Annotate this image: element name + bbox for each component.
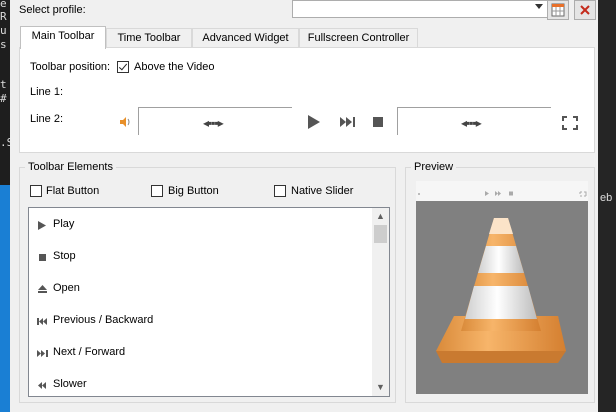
toolbar-elements-list[interactable]: Play Stop Open Previous / Backward Next …	[28, 207, 390, 397]
next-icon	[36, 347, 48, 359]
big-button-label: Big Button	[168, 185, 219, 197]
bg-char: e	[0, 0, 7, 10]
list-item-label: Play	[53, 218, 75, 230]
volume-icon	[120, 117, 130, 127]
bg-char: R	[0, 10, 7, 23]
above-video-checkbox[interactable]	[117, 61, 129, 73]
profile-grid-icon	[551, 3, 565, 17]
flat-button-label: Flat Button	[46, 185, 100, 197]
background-window-blue	[0, 185, 10, 412]
bg-char: u	[0, 24, 7, 37]
stop-icon[interactable]	[373, 117, 384, 128]
list-item[interactable]: Open	[29, 274, 369, 306]
big-button-checkbox[interactable]	[151, 185, 163, 197]
delete-profile-button[interactable]	[574, 0, 596, 20]
vlc-cone-logo	[416, 201, 588, 394]
bg-char: eb	[600, 192, 613, 204]
native-slider-label: Native Slider	[291, 185, 354, 197]
bg-char: s	[0, 38, 7, 51]
flat-button-checkbox[interactable]	[30, 185, 42, 197]
save-profile-button[interactable]	[547, 0, 569, 20]
line2-label: Line 2:	[30, 113, 64, 125]
list-scrollbar[interactable]: ▲ ▼	[372, 208, 389, 396]
profile-combobox[interactable]	[292, 0, 548, 18]
preview-title: Preview	[411, 161, 457, 173]
background-terminal-right: eb	[598, 0, 616, 412]
list-item-label: Stop	[53, 250, 76, 262]
preview-toolbar	[416, 181, 588, 201]
toolbar-elements-title: Toolbar Elements	[25, 161, 116, 173]
above-video-label: Above the Video	[134, 61, 215, 73]
toolbar-position-label: Toolbar position:	[30, 61, 111, 73]
scrollbar-thumb[interactable]	[374, 225, 387, 243]
slower-icon	[36, 379, 48, 391]
fullscreen-icon[interactable]	[562, 116, 578, 130]
list-item-label: Previous / Backward	[53, 314, 154, 326]
native-slider-checkbox[interactable]	[274, 185, 286, 197]
tab-fullscreen-controller[interactable]: Fullscreen Controller	[299, 28, 418, 47]
previous-icon	[36, 315, 48, 327]
next-icon[interactable]	[340, 117, 356, 127]
select-profile-label: Select profile:	[19, 4, 86, 16]
bg-char: #	[0, 92, 7, 105]
chevron-down-icon[interactable]: ▼	[372, 379, 389, 396]
close-icon	[580, 5, 590, 15]
stop-icon	[36, 251, 48, 263]
expand-spacer-icon: ◂▪▪▪▸	[461, 116, 482, 130]
preview-frame	[416, 181, 588, 394]
bg-char: t	[0, 78, 7, 91]
tab-time-toolbar[interactable]: Time Toolbar	[106, 28, 192, 47]
chevron-up-icon[interactable]: ▲	[372, 208, 389, 225]
line1-label: Line 1:	[30, 86, 64, 98]
play-icon	[36, 219, 48, 231]
eject-icon	[36, 283, 48, 295]
list-item[interactable]: Play	[29, 210, 369, 242]
list-item[interactable]: Stop	[29, 242, 369, 274]
list-item[interactable]: Slower	[29, 370, 369, 396]
list-item[interactable]: Previous / Backward	[29, 306, 369, 338]
chevron-down-icon	[535, 4, 543, 9]
tab-main-toolbar[interactable]: Main Toolbar	[20, 26, 106, 49]
tab-advanced-widget[interactable]: Advanced Widget	[192, 28, 299, 47]
list-item-label: Next / Forward	[53, 346, 126, 358]
expand-spacer-icon: ◂▪▪▪▸	[203, 116, 224, 130]
play-icon[interactable]	[307, 114, 321, 130]
list-item[interactable]: Next / Forward	[29, 338, 369, 370]
list-item-label: Open	[53, 282, 80, 294]
list-item-label: Slower	[53, 378, 87, 390]
main-toolbar-panel: Toolbar position: Above the Video Line 1…	[19, 47, 595, 153]
